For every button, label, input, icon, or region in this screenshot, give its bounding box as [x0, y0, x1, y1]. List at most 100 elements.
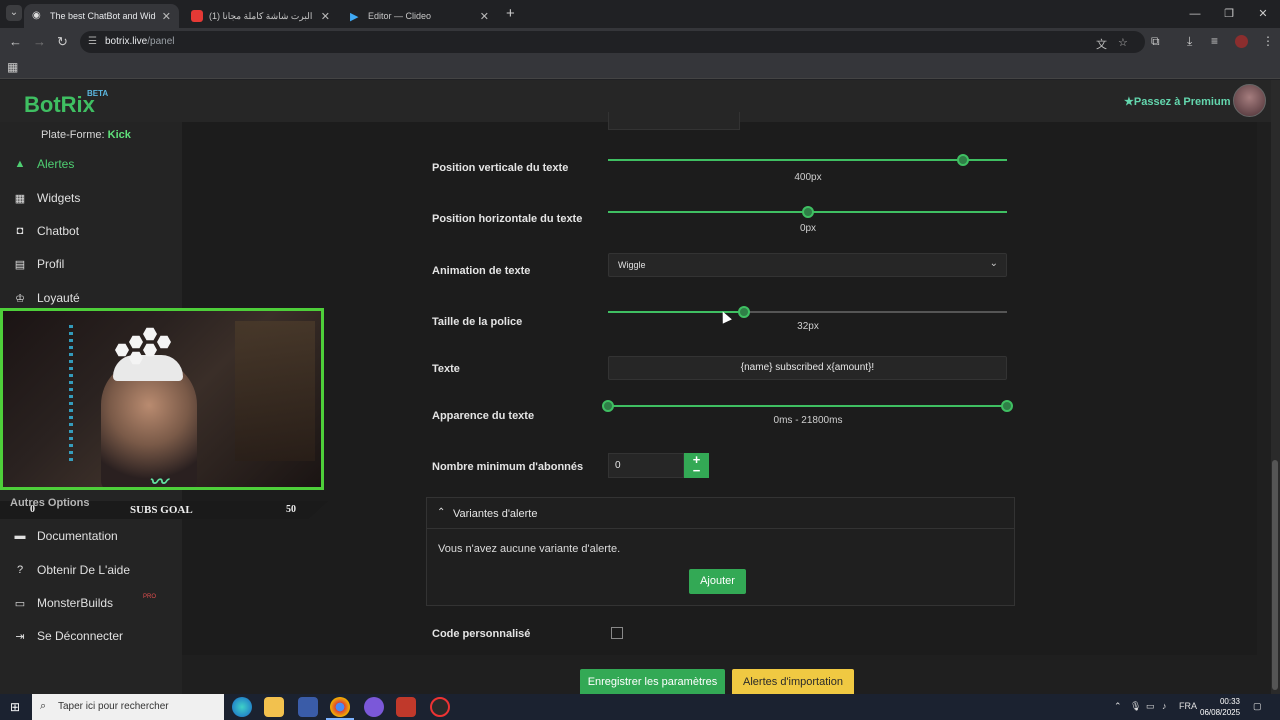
discord-icon[interactable]: [364, 697, 384, 717]
restore-icon[interactable]: ❐: [1212, 0, 1246, 28]
clock[interactable]: 00:33 06/08/2025: [1200, 696, 1240, 718]
book-icon: ▬: [14, 530, 26, 542]
add-variant-button[interactable]: Ajouter: [689, 569, 746, 594]
language-indicator[interactable]: FRA: [1179, 701, 1197, 711]
min-subs-label: Nombre minimum d'abonnés: [432, 461, 584, 473]
platform-label: Plate-Forme:: [41, 129, 105, 141]
custom-code-checkbox[interactable]: [611, 627, 623, 639]
text-label: Texte: [432, 363, 460, 375]
sidebar-item-help[interactable]: ? Obtenir De L'aide: [13, 560, 130, 580]
sidebar-item-widgets[interactable]: ▦ Widgets: [13, 188, 81, 208]
profile-avatar[interactable]: [1235, 35, 1248, 48]
store-icon[interactable]: [298, 697, 318, 717]
goal-low-value: 0: [30, 504, 35, 515]
minus-icon[interactable]: −: [693, 463, 701, 478]
site-info-icon[interactable]: ☰: [88, 36, 97, 47]
fontsize-thumb[interactable]: [737, 306, 750, 318]
extensions-icon[interactable]: ⧉: [1151, 34, 1160, 49]
windows-taskbar: ⊞ ⌕ Taper ici pour rechercher ⌃ 🎙 ▭ ♪ FR…: [0, 694, 1280, 720]
tab-search-button[interactable]: ⌄: [6, 5, 22, 21]
tab-clideo[interactable]: ▶ Editor — Clideo ✕: [342, 4, 497, 28]
tab-youtube[interactable]: (1) البرت شاشة كاملة مجانا | Flag ✕: [183, 4, 338, 28]
vpos-label: Position verticale du texte: [432, 162, 569, 174]
microphone-icon[interactable]: 🎙: [1130, 701, 1141, 712]
animation-select[interactable]: Wiggle ⌄: [608, 253, 1007, 277]
webcam-overlay: 〰: [0, 308, 324, 490]
edge-icon[interactable]: [232, 697, 252, 717]
appearance-track[interactable]: [608, 405, 1007, 407]
new-tab-button[interactable]: +: [506, 5, 515, 22]
sidebar-item-monsterbuilds[interactable]: ▭ MonsterBuilds: [13, 593, 113, 613]
reload-icon[interactable]: ↻: [57, 34, 68, 50]
tab-botrix[interactable]: ◉ The best ChatBot and Widgets ✕: [24, 4, 179, 28]
taskbar-search[interactable]: ⌕ Taper ici pour rechercher: [32, 694, 224, 720]
variants-empty-text: Vous n'avez aucune variante d'alerte.: [438, 543, 621, 555]
close-icon[interactable]: ✕: [162, 10, 171, 23]
botrix-logo[interactable]: BotRix: [24, 92, 95, 118]
sidebar-item-chatbot[interactable]: ◘ Chatbot: [13, 221, 79, 241]
sidebar-item-alertes[interactable]: ▲ Alertes: [13, 154, 75, 174]
search-placeholder: Taper ici pour rechercher: [58, 701, 169, 712]
fontsize-label: Taille de la police: [432, 316, 523, 328]
user-avatar[interactable]: [1233, 84, 1266, 117]
apps-grid-icon[interactable]: ▦: [7, 60, 18, 74]
sidebar-item-label: Documentation: [37, 529, 118, 543]
bookmark-star-icon[interactable]: ☆: [1118, 36, 1128, 49]
sidebar-item-label: Chatbot: [37, 224, 80, 238]
sidebar-item-documentation[interactable]: ▬ Documentation: [13, 526, 118, 546]
search-icon: ⌕: [40, 700, 47, 712]
hpos-label: Position horizontale du texte: [432, 213, 583, 225]
goal-title: SUBS GOAL: [130, 504, 193, 516]
forward-icon[interactable]: →: [33, 34, 46, 49]
obs-recorder-icon[interactable]: [396, 697, 416, 717]
animation-value: Wiggle: [618, 260, 646, 270]
notifications-icon[interactable]: ▢: [1253, 701, 1262, 712]
sidebar-item-label: Obtenir De L'aide: [37, 563, 131, 577]
scrollbar-thumb[interactable]: [1272, 460, 1278, 690]
led-strip: [69, 325, 73, 465]
min-subs-stepper[interactable]: + −: [684, 453, 709, 478]
appearance-thumb-end[interactable]: [1001, 400, 1013, 412]
text-input[interactable]: {name} subscribed x{amount}!: [608, 356, 1007, 380]
file-explorer-icon[interactable]: [264, 697, 284, 717]
volume-icon[interactable]: ♪: [1162, 701, 1167, 711]
back-icon[interactable]: ←: [9, 34, 22, 49]
hex-light: [157, 335, 171, 349]
platform-indicator: Plate-Forme: Kick: [41, 129, 131, 141]
bookmarks-bar: ▦: [0, 56, 1280, 79]
vpos-thumb[interactable]: [957, 154, 970, 166]
sidebar-item-profil[interactable]: ▤ Profil: [13, 254, 65, 274]
stream-logo: 〰: [149, 472, 167, 490]
sidebar-item-logout[interactable]: ⇥ Se Déconnecter: [13, 626, 123, 646]
variants-header[interactable]: ⌃ Variantes d'alerte: [427, 498, 1014, 529]
import-alerts-button[interactable]: Alertes d'importation: [732, 669, 854, 696]
min-subs-input[interactable]: 0: [608, 453, 684, 478]
omnibox[interactable]: ☰ botrix.live/panel 文 ☆: [80, 31, 1145, 53]
appearance-thumb-start[interactable]: [602, 400, 614, 412]
close-window-icon[interactable]: ✕: [1246, 0, 1280, 28]
play-icon: ▶: [350, 11, 359, 23]
download-icon[interactable]: ⤓: [1187, 34, 1192, 49]
premium-link[interactable]: ★Passez à Premium: [1124, 95, 1231, 108]
windows-start-icon[interactable]: ⊞: [10, 700, 20, 714]
tray-chevron-icon[interactable]: ⌃: [1114, 701, 1122, 712]
help-icon: ?: [16, 564, 24, 576]
sidebar-item-loyaute[interactable]: ♔ Loyauté: [13, 288, 80, 308]
media-icon[interactable]: ≡: [1211, 34, 1218, 48]
font-select-partial[interactable]: [608, 112, 740, 130]
save-settings-button[interactable]: Enregistrer les paramètres: [580, 669, 725, 696]
vpos-track[interactable]: [608, 159, 1007, 161]
hpos-thumb[interactable]: [801, 206, 814, 218]
url-host: botrix.live: [105, 36, 148, 47]
sidebar-item-label: MonsterBuilds: [37, 596, 114, 610]
pro-tag: PRO: [143, 594, 157, 600]
close-icon[interactable]: ✕: [480, 10, 489, 23]
close-icon[interactable]: ✕: [321, 10, 330, 23]
trophy-icon: ♔: [15, 292, 25, 305]
minimize-icon[interactable]: —: [1178, 0, 1212, 28]
chrome-icon[interactable]: [330, 697, 350, 717]
translate-icon[interactable]: 文: [1096, 36, 1107, 52]
network-icon[interactable]: ▭: [1146, 701, 1155, 712]
menu-icon[interactable]: ⋮: [1262, 34, 1274, 48]
app-icon[interactable]: [430, 697, 450, 717]
